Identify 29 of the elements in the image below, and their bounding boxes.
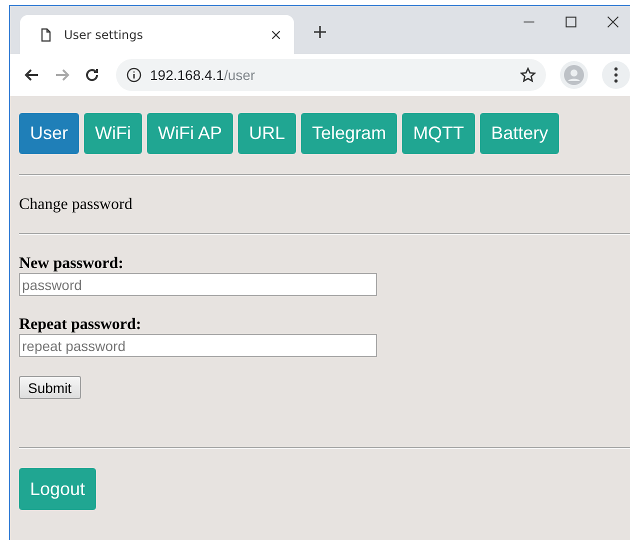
plus-icon[interactable]: [312, 24, 328, 40]
star-icon[interactable]: [520, 67, 536, 83]
person-icon: [564, 65, 584, 85]
field-label: New password:: [19, 255, 124, 273]
back-arrow-icon[interactable]: [24, 67, 40, 83]
nav-button[interactable]: WiFi: [84, 113, 142, 154]
close-icon[interactable]: [606, 14, 620, 30]
tab-title: User settings: [64, 28, 144, 42]
address-bar[interactable]: 192.168.4.1/user: [116, 59, 546, 91]
info-icon: [126, 67, 142, 83]
url-text: 192.168.4.1/user: [150, 67, 256, 83]
field-label: Repeat password:: [19, 316, 142, 334]
nav-button[interactable]: Battery: [480, 113, 560, 154]
submit-button[interactable]: Submit: [19, 376, 81, 399]
password-field[interactable]: repeat password: [19, 334, 377, 357]
maximize-icon[interactable]: [564, 14, 578, 30]
nav-button[interactable]: MQTT: [402, 113, 476, 154]
section-title: Change password: [19, 195, 134, 215]
nav-button[interactable]: Telegram: [301, 113, 398, 154]
browser-tab[interactable]: User settings: [20, 15, 294, 54]
nav-button[interactable]: URL: [238, 113, 296, 154]
reload-icon[interactable]: [84, 67, 100, 83]
more-icon: [614, 67, 618, 83]
password-field[interactable]: password: [19, 273, 377, 296]
logout-button[interactable]: Logout: [19, 468, 96, 510]
nav-button[interactable]: WiFi AP: [147, 113, 234, 154]
nav-button[interactable]: User: [19, 113, 80, 154]
close-icon[interactable]: [270, 28, 282, 40]
menu-button[interactable]: [602, 61, 630, 89]
